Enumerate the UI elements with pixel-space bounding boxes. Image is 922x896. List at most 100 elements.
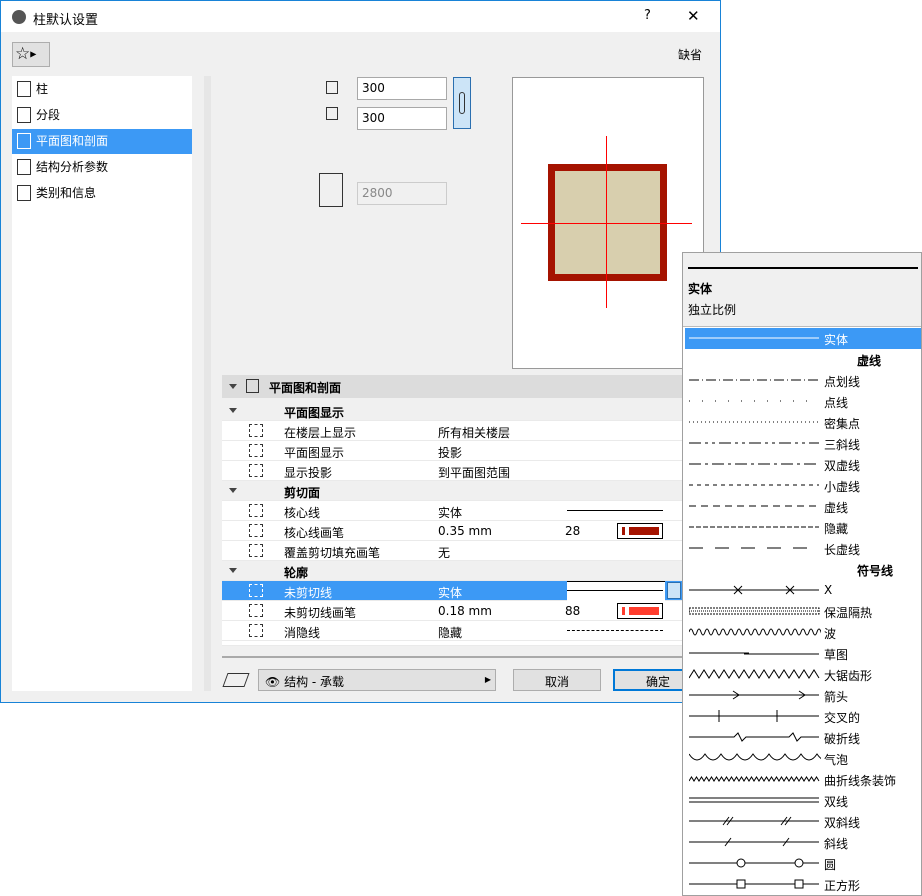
nav-item-3[interactable]: 结构分析参数 [12, 155, 192, 180]
line-type-label: 波 [824, 627, 837, 641]
uncut-line-icon [249, 584, 263, 597]
line-preview-sketch [689, 652, 819, 655]
line-type-option[interactable]: 草图 [685, 643, 921, 664]
projection-icon [249, 444, 263, 457]
section-header[interactable]: 平面图和剖面 [222, 375, 692, 398]
section-title: 平面图和剖面 [269, 381, 342, 395]
row-label: 未剪切线 [284, 586, 333, 600]
layer-dropdown[interactable]: 👁 结构 - 承载 ▶ [258, 669, 496, 691]
line-type-label: 气泡 [824, 753, 849, 767]
group-label: 轮廓 [284, 566, 309, 580]
row-label: 未剪切线画笔 [284, 606, 357, 620]
line-type-option[interactable]: 波 [685, 622, 921, 643]
pen-color-swatch[interactable] [617, 523, 663, 539]
line-type-label: 破折线 [824, 732, 861, 746]
line-type-option[interactable]: X [685, 580, 921, 601]
nav-item-0[interactable]: 柱 [12, 77, 192, 102]
width-icon [326, 81, 338, 94]
line-type-label: 虚线 [824, 501, 849, 515]
line-type-option[interactable]: 虚线 [685, 496, 921, 517]
override-pen-icon [249, 544, 263, 557]
link-toggle-button[interactable] [453, 77, 471, 129]
nav-item-2[interactable]: 平面图和剖面 [12, 129, 192, 154]
help-button[interactable]: ? [644, 8, 651, 23]
cancel-button[interactable]: 取消 [513, 669, 601, 691]
line-type-label: 虚线 [857, 354, 882, 368]
setting-row[interactable]: 覆盖剪切填充画笔 无 [222, 541, 682, 561]
line-type-option[interactable]: 保温隔热 [685, 601, 921, 622]
setting-row[interactable]: 消隐线 隐藏 [222, 621, 682, 641]
group-header[interactable]: 平面图显示 [222, 401, 682, 421]
window-title: 柱默认设置 [33, 13, 99, 28]
line-type-option[interactable]: 双斜线 [685, 811, 921, 832]
line-type-preview[interactable] [567, 630, 663, 631]
line-preview-circle [689, 858, 819, 868]
line-type-option[interactable]: 点划线 [685, 370, 921, 391]
layer-icon [222, 673, 250, 687]
line-type-option[interactable]: 曲折线条装饰 [685, 769, 921, 790]
setting-row[interactable]: 显示投影 到平面图范围 [222, 461, 682, 481]
line-type-option[interactable]: 实体 [685, 328, 921, 349]
eye-icon: 👁 [265, 675, 281, 689]
pen-color-swatch[interactable] [617, 603, 663, 619]
floor-plan-icon [17, 133, 31, 149]
line-type-option[interactable]: 正方形 [685, 874, 921, 895]
setting-row[interactable]: 核心线 实体 [222, 501, 682, 521]
depth-icon [326, 107, 338, 120]
setting-row[interactable]: 平面图显示 投影 [222, 441, 682, 461]
line-type-option[interactable]: 小虚线 [685, 475, 921, 496]
line-type-dropdown-button[interactable] [667, 582, 681, 599]
favorites-button[interactable]: ☆▶ [12, 42, 50, 67]
line-type-option[interactable]: 圆 [685, 853, 921, 874]
nav-item-4[interactable]: 类别和信息 [12, 181, 192, 206]
line-type-label: 圆 [824, 858, 837, 872]
line-type-option[interactable]: 三斜线 [685, 433, 921, 454]
line-type-label: 点线 [824, 396, 849, 410]
caret-right-icon: ▶ [484, 675, 491, 684]
setting-row[interactable]: 在楼层上显示 所有相关楼层 [222, 421, 682, 441]
setting-row[interactable]: 未剪切线画笔 0.18 mm 88 [222, 601, 682, 621]
line-type-option[interactable]: 斜线 [685, 832, 921, 853]
crosshair-vertical [606, 136, 607, 308]
line-type-option[interactable]: 箭头 [685, 685, 921, 706]
line-type-option[interactable]: 密集点 [685, 412, 921, 433]
preview-panel [512, 77, 704, 369]
line-type-label: 正方形 [824, 879, 861, 893]
line-type-label: 双线 [824, 795, 849, 809]
line-type-option[interactable]: 破折线 [685, 727, 921, 748]
popup-info-area: 实体 独立比例 [683, 253, 921, 327]
line-type-option[interactable]: 隐藏 [685, 517, 921, 538]
line-type-preview[interactable] [567, 510, 663, 511]
line-type-label: 草图 [824, 648, 849, 662]
group-header[interactable]: 剪切面 [222, 481, 682, 501]
line-type-option[interactable]: 点线 [685, 391, 921, 412]
line-type-option[interactable]: 大锯齿形 [685, 664, 921, 685]
nav-item-1[interactable]: 分段 [12, 103, 192, 128]
line-type-option[interactable]: 交叉的 [685, 706, 921, 727]
range-icon [249, 464, 263, 477]
line-type-option[interactable]: 双线 [685, 790, 921, 811]
line-preview-hidden [689, 526, 819, 528]
line-preview-triple [689, 442, 819, 444]
group-label: 剪切面 [284, 486, 321, 500]
line-preview-square [689, 879, 819, 889]
depth-input[interactable]: 300 [357, 107, 447, 130]
line-preview-longdash [689, 547, 819, 549]
floor-plan-icon [246, 379, 259, 393]
line-type-option[interactable]: 长虚线 [685, 538, 921, 559]
group-header[interactable]: 轮廓 [222, 561, 682, 581]
line-type-option[interactable]: 双虚线 [685, 454, 921, 475]
layer-value: 结构 - 承载 [284, 675, 345, 689]
line-type-preview[interactable] [567, 581, 665, 601]
width-input[interactable]: 300 [357, 77, 447, 100]
line-preview-bubble [689, 753, 821, 761]
column-height-icon [319, 173, 343, 207]
row-value: 实体 [438, 586, 463, 600]
line-type-option[interactable]: 气泡 [685, 748, 921, 769]
setting-row[interactable]: 未剪切线 实体 [222, 581, 682, 601]
row-value: 0.35 mm [438, 524, 492, 538]
caret-right-icon: ▶ [30, 49, 37, 59]
setting-row[interactable]: 核心线画笔 0.35 mm 28 [222, 521, 682, 541]
close-button[interactable]: ✕ [687, 7, 700, 25]
collapse-icon [229, 568, 237, 573]
